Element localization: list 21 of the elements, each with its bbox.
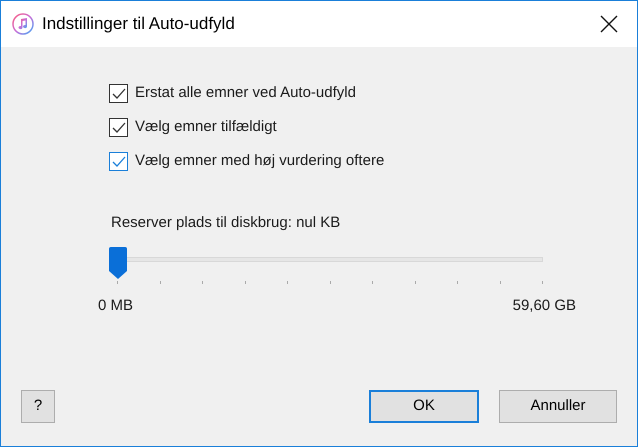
slider-label: Reserver plads til diskbrug: nul KB <box>111 214 340 231</box>
tick-mark <box>542 281 543 284</box>
slider-thumb[interactable] <box>109 247 127 280</box>
tick-mark <box>457 281 458 284</box>
tick-mark <box>117 281 118 284</box>
tick-mark <box>202 281 203 284</box>
tick-mark <box>372 281 373 284</box>
checkbox[interactable] <box>109 118 128 137</box>
tick-mark <box>287 281 288 284</box>
min-label: 0 MB <box>98 296 134 316</box>
window-title: Indstillinger til Auto-udfyld <box>42 13 235 36</box>
help-button[interactable]: ? <box>21 390 55 423</box>
max-label: 59,60 GB <box>512 296 576 316</box>
checkbox[interactable] <box>109 84 128 103</box>
checkbox-label: Vælg emner tilfældigt <box>135 117 277 138</box>
checkbox-label: Erstat alle emner ved Auto-udfyld <box>135 83 356 104</box>
checkbox[interactable] <box>109 152 128 171</box>
cancel-button[interactable]: Annuller <box>499 390 617 423</box>
music-note-icon <box>12 13 34 35</box>
checkbox-label: Vælg emner med høj vurdering oftere <box>135 151 384 172</box>
ok-button[interactable]: OK <box>369 390 479 423</box>
